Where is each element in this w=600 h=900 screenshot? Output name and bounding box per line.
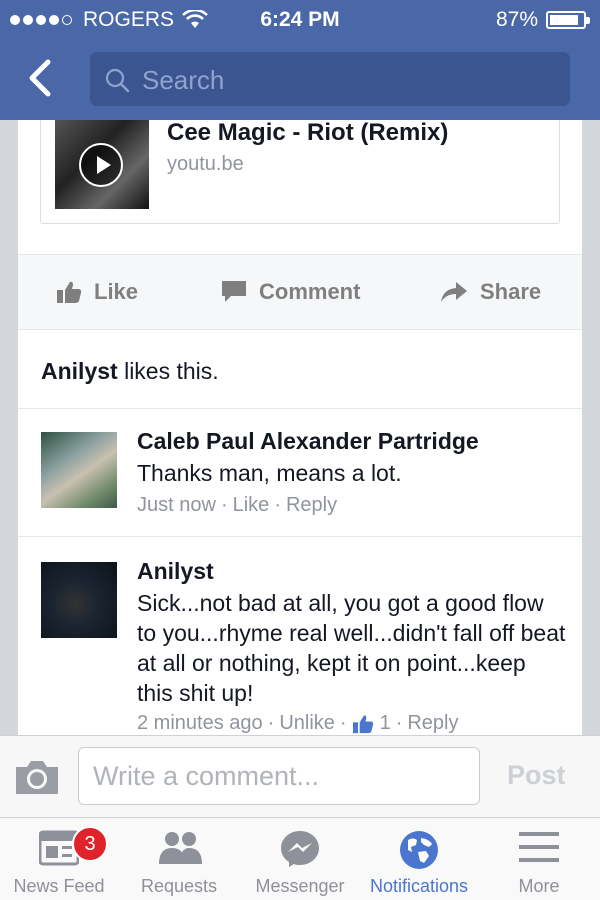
tab-label: Notifications (369, 876, 469, 896)
like-label: Like (94, 279, 139, 304)
notification-badge: 3 (72, 826, 108, 862)
comment-input[interactable]: Write a comment... (78, 747, 480, 805)
post-action-bar: Like Comment Share (18, 254, 582, 330)
tab-messenger[interactable]: Messenger (240, 818, 360, 900)
comment-item: Caleb Paul Alexander Partridge Thanks ma… (18, 428, 582, 532)
comment-like-count[interactable]: 1 (380, 712, 391, 735)
video-thumbnail[interactable] (55, 120, 149, 209)
messenger-icon (281, 831, 319, 867)
tab-label: More (518, 876, 560, 896)
tab-notifications[interactable]: Notifications (360, 818, 478, 900)
share-button[interactable]: Share (440, 279, 541, 305)
menu-icon (519, 832, 559, 862)
comment-bubble-icon (222, 281, 246, 302)
search-icon (105, 68, 130, 93)
play-icon[interactable] (79, 143, 123, 187)
thumbs-up-icon (352, 715, 373, 733)
battery-percent: 87% (495, 8, 538, 31)
comment-text: Sick...not bad at all, you got a good fl… (137, 590, 566, 706)
back-arrow-icon[interactable] (24, 58, 60, 98)
status-bar: ROGERS 6:24 PM 87% (0, 0, 600, 40)
post-button[interactable]: Post (507, 760, 566, 791)
shared-link-card[interactable]: Cee Magic - Riot (Remix) youtu.be (40, 120, 560, 224)
divider (18, 536, 582, 537)
search-placeholder: Search (142, 65, 225, 95)
comment-reply-link[interactable]: Reply (407, 712, 458, 735)
camera-icon[interactable] (14, 758, 60, 796)
comment-meta: Just now · Like · Reply (137, 494, 338, 517)
globe-icon (400, 831, 438, 869)
avatar[interactable] (41, 562, 117, 638)
tab-news-feed[interactable]: 3 News Feed (0, 818, 118, 900)
comment-composer: Write a comment... Post (0, 735, 600, 817)
share-arrow-icon (441, 282, 467, 302)
divider (18, 408, 582, 409)
tab-label: Requests (140, 876, 218, 896)
comment-item: Anilyst Sick...not bad at all, you got a… (18, 558, 582, 735)
battery-level (550, 15, 578, 25)
battery-icon (546, 11, 590, 29)
avatar[interactable] (41, 432, 117, 508)
thumbs-up-icon (57, 281, 82, 303)
share-label: Share (480, 279, 542, 304)
likes-text: likes this. (117, 358, 219, 384)
comment-meta: 2 minutes ago · Unlike · 1 · Reply (137, 712, 459, 735)
tab-requests[interactable]: Requests (118, 818, 240, 900)
tab-label: News Feed (13, 876, 105, 896)
comment-time: Just now (137, 494, 216, 516)
post-detail: Cee Magic - Riot (Remix) youtu.be Like C… (18, 120, 582, 735)
comment-button[interactable]: Comment (221, 279, 360, 305)
comment-unlike-link[interactable]: Unlike (279, 712, 335, 735)
like-button[interactable]: Like (56, 279, 138, 305)
bottom-tab-bar: 3 News Feed Requests Messenger Notificat… (0, 817, 600, 900)
comment-label: Comment (259, 279, 361, 304)
tab-more[interactable]: More (478, 818, 600, 900)
top-header: ROGERS 6:24 PM 87% Search (0, 0, 600, 120)
likes-summary[interactable]: Anilyst likes this. (41, 358, 219, 385)
liker-name[interactable]: Anilyst (41, 358, 118, 384)
tab-label: Messenger (255, 876, 345, 896)
comment-reply-link[interactable]: Reply (286, 494, 337, 517)
friend-requests-icon (159, 832, 202, 864)
commenter-name[interactable]: Caleb Paul Alexander Partridge (137, 428, 479, 455)
link-domain: youtu.be (167, 153, 244, 175)
comment-time: 2 minutes ago (137, 712, 263, 734)
commenter-name[interactable]: Anilyst (137, 558, 214, 585)
search-input[interactable]: Search (90, 52, 570, 106)
link-title[interactable]: Cee Magic - Riot (Remix) (167, 120, 448, 147)
comment-text: Thanks man, means a lot. (137, 460, 402, 486)
comment-like-link[interactable]: Like (233, 494, 270, 517)
status-right: 87% (495, 8, 590, 32)
